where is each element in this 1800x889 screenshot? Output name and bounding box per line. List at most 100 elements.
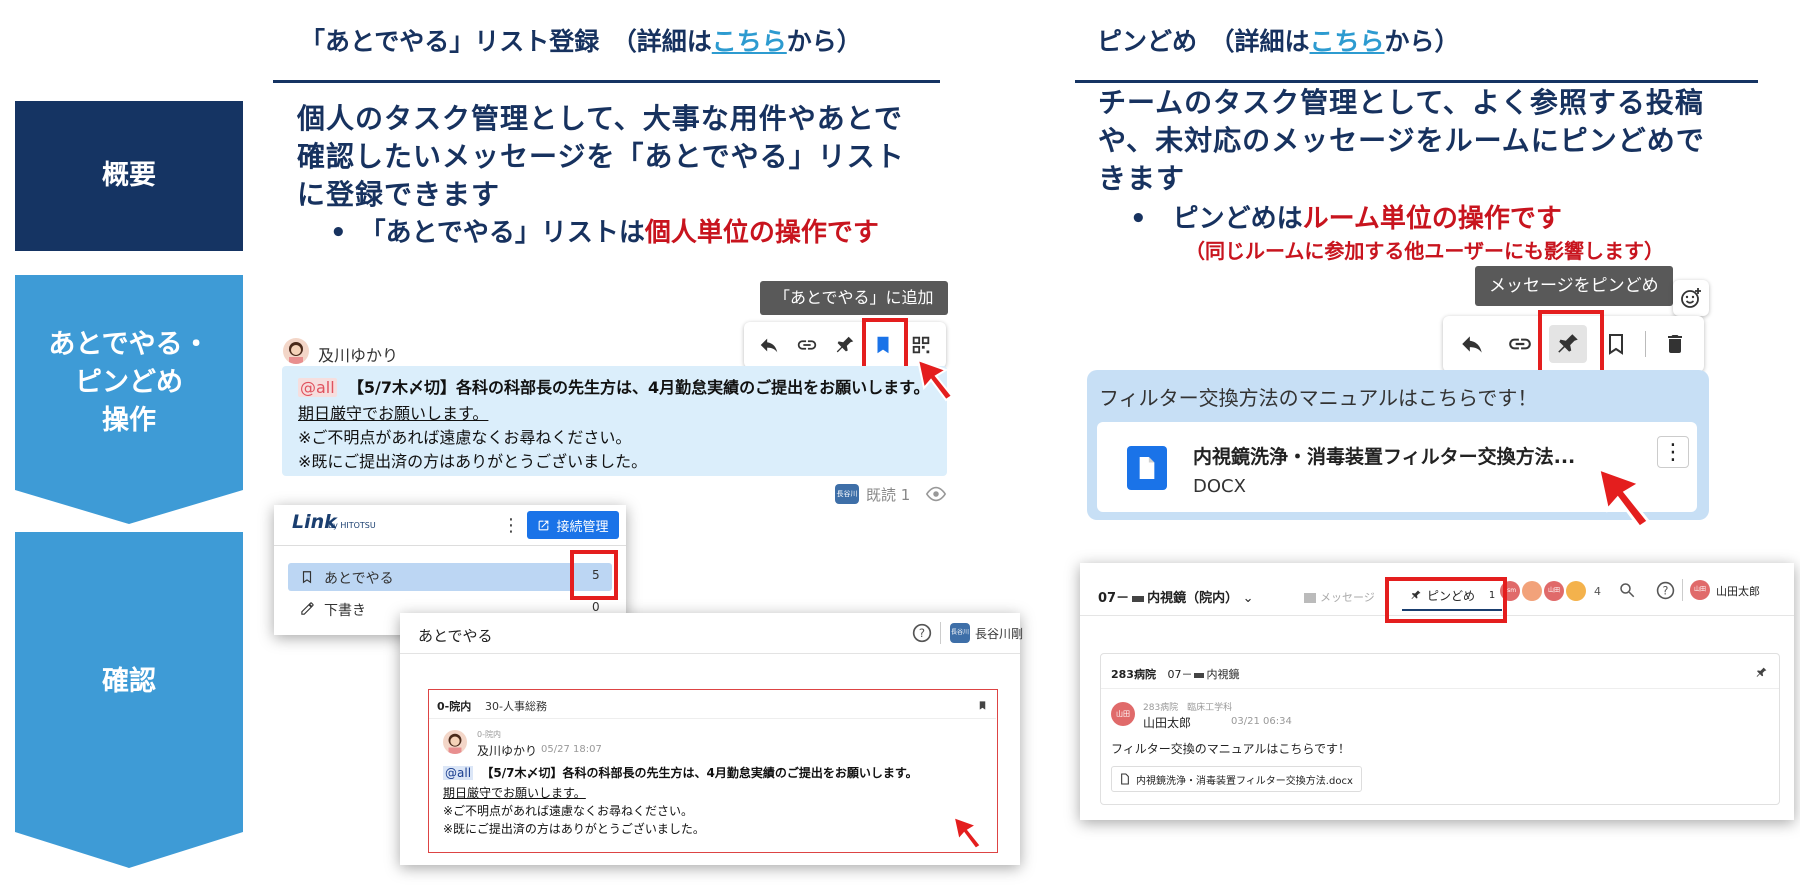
cursor-arrow-icon <box>951 816 985 854</box>
bookmark-icon[interactable] <box>977 697 988 716</box>
pin-icon[interactable] <box>826 326 864 364</box>
reply-icon[interactable] <box>750 326 788 364</box>
member-count: 4 <box>1594 585 1601 598</box>
right-description-line: チームのタスク管理として、よく参照する投稿 <box>1098 86 1704 119</box>
file-type: DOCX <box>1193 476 1246 497</box>
document-icon <box>1121 773 1129 785</box>
cursor-arrow-icon <box>1595 466 1655 534</box>
sender-org: 283病院 臨床工学科 <box>1143 703 1233 713</box>
label-confirm: 確認 <box>15 532 243 832</box>
pinned-card-file-name: 内視鏡洗浄・消毒装置フィルター交換方法.docx <box>1136 775 1353 787</box>
file-name: 内視鏡洗浄・消毒装置フィルター交換方法... <box>1193 446 1576 468</box>
chat-icon <box>1304 593 1316 603</box>
label-overview-text: 概要 <box>102 160 156 191</box>
reply-icon[interactable] <box>1453 325 1491 363</box>
message-line-3: ※ご不明点があれば遠慮なくお尋ねください。 <box>443 804 694 818</box>
pinned-card-room-prefix: 07－ <box>1167 668 1193 681</box>
member-avatar <box>1522 581 1542 601</box>
later-list-panel: あとでやる ? 長谷川 長谷川剛 0-院内 30-人事総務 0-院内 及川ゆかり… <box>400 613 1023 865</box>
pin-message-tooltip: メッセージをピンどめ <box>1475 266 1673 306</box>
pinned-card-file[interactable]: 内視鏡洗浄・消毒装置フィルター交換方法.docx <box>1111 766 1362 792</box>
read-avatar: 長谷川 <box>835 484 859 504</box>
pinned-message-text: フィルター交換方法のマニュアルはこちらです！ <box>1099 386 1538 410</box>
right-header-rule <box>1075 80 1758 83</box>
left-bullet: • 「あとでやる」リストは個人単位の操作です <box>330 212 879 249</box>
right-bullet-prefix: • ピンどめは <box>1130 204 1303 234</box>
label-operation: あとでやる・ ピンどめ 操作 <box>15 275 243 490</box>
label-operation-line: ピンどめ <box>74 366 183 398</box>
right-description-line: や、未対応のメッセージをルームにピンどめで <box>1098 124 1705 157</box>
help-icon[interactable]: ? <box>912 623 932 647</box>
link-icon[interactable] <box>788 326 826 364</box>
message-bubble: @all 【5/7木〆切】各科の科部長の先生方は、4月勤怠実績のご提出をお願いし… <box>282 366 947 476</box>
file-more-icon[interactable]: ⋮ <box>1657 436 1689 468</box>
mention-all[interactable]: @all <box>298 378 337 397</box>
user-name[interactable]: 長谷川剛 <box>975 625 1023 642</box>
divider <box>940 622 941 644</box>
right-header-prefix: ピンどめ （詳細は <box>1097 27 1310 56</box>
pinned-card[interactable]: 283病院 07－ 内視鏡 山田 283病院 臨床工学科 山田太郎 03/21 0… <box>1100 653 1780 805</box>
help-icon[interactable]: ? <box>1656 581 1675 604</box>
tab-message[interactable]: メッセージ <box>1304 589 1375 605</box>
left-header: 「あとでやる」リスト登録 （詳細はこちらから） <box>300 22 862 58</box>
search-icon[interactable] <box>1618 581 1636 603</box>
right-bullet-emphasis: ルーム単位の操作です <box>1302 204 1562 234</box>
room-name: 内視鏡（院内） <box>1147 591 1239 606</box>
message-line-3: ※ご不明点があれば遠慮なくお尋ねください。 <box>298 428 632 447</box>
member-avatar <box>1566 581 1586 601</box>
member-avatars[interactable]: ssm 山田 <box>1500 581 1586 601</box>
later-item-channel: 30-人事総務 <box>485 700 547 713</box>
pin-tab-highlight <box>1385 577 1507 623</box>
user-avatar[interactable]: 山田 <box>1690 580 1710 600</box>
left-description-line: 個人のタスク管理として、大事な用件やあとで <box>297 102 903 135</box>
cursor-arrow-icon <box>916 358 956 406</box>
later-item-card[interactable]: 0-院内 30-人事総務 0-院内 及川ゆかり 05/27 18:07 @all… <box>428 689 998 853</box>
message-line-2: 期日厳守でお願いします。 <box>443 786 586 800</box>
link-logo-sub: by HITOTSU <box>328 521 376 530</box>
link-icon[interactable] <box>1501 325 1539 363</box>
message-line-2: 期日厳守でお願いします。 <box>298 404 489 423</box>
message-line-1-text: 【5/7木〆切】各科の科部長の先生方は、4月勤怠実績のご提出をお願いします。 <box>347 378 930 397</box>
pinned-card-message: フィルター交換のマニュアルはこちらです！ <box>1111 742 1351 756</box>
right-bullet-note: （同じルームに参加する他ユーザーにも影響します） <box>1185 239 1664 263</box>
left-header-prefix: 「あとでやる」リスト登録 （詳細は <box>300 27 712 56</box>
divider <box>1101 688 1779 689</box>
svg-text:?: ? <box>919 626 925 640</box>
read-count[interactable]: 既読 1 <box>866 484 910 505</box>
label-operation-line: あとでやる・ <box>48 328 210 360</box>
sender-name: 及川ゆかり <box>318 346 399 365</box>
right-description: チームのタスク管理として、よく参照する投稿 や、未対応のメッセージをルームにピン… <box>1098 84 1705 198</box>
room-title[interactable]: 07－ 内視鏡（院内） ⌄ <box>1098 587 1254 606</box>
mention-all[interactable]: @all <box>443 766 474 780</box>
menu-item-later[interactable]: あとでやる 5 <box>288 563 612 591</box>
trash-icon[interactable] <box>1656 325 1694 363</box>
menu-item-later-label: あとでやる <box>324 571 394 587</box>
later-count-highlight <box>570 550 618 600</box>
member-avatar: 山田 <box>1544 581 1564 601</box>
divider <box>1682 579 1683 601</box>
user-name[interactable]: 山田太郎 <box>1716 583 1760 599</box>
connect-manage-button[interactable]: 接続管理 <box>527 511 619 539</box>
message-time: 05/27 18:07 <box>541 744 602 755</box>
right-description-line: きます <box>1098 162 1186 195</box>
left-description-line: 確認したいメッセージを「あとでやる」リスト <box>297 140 905 173</box>
user-avatar[interactable]: 長谷川 <box>950 623 970 643</box>
sender-avatar <box>283 338 309 364</box>
left-bullet-emphasis: 個人単位の操作です <box>644 218 879 248</box>
add-reaction-icon[interactable] <box>1673 280 1709 316</box>
message-line-1: @all 【5/7木〆切】各科の科部長の先生方は、4月勤怠実績のご提出をお願いし… <box>443 764 918 781</box>
label-operation-text: あとでやる・ ピンどめ 操作 <box>48 326 209 440</box>
pinned-card-hospital: 283病院 <box>1111 668 1156 681</box>
pin-icon[interactable] <box>1755 664 1768 683</box>
chevron-down-icon: ⌄ <box>1242 591 1254 606</box>
room-title-prefix: 07－ <box>1098 591 1130 606</box>
label-confirm-text: 確認 <box>102 666 156 697</box>
later-item-room: 0-院内 <box>437 700 472 713</box>
read-visibility-icon[interactable] <box>925 484 947 508</box>
right-header-link[interactable]: こちら <box>1310 27 1385 56</box>
left-bullet-prefix: • 「あとでやる」リストは <box>330 218 645 248</box>
label-confirm-arrow <box>15 832 243 868</box>
sender-meta: 0-院内 <box>477 730 501 739</box>
left-header-link[interactable]: こちら <box>712 27 787 56</box>
more-vertical-icon[interactable]: ⋮ <box>502 515 520 536</box>
